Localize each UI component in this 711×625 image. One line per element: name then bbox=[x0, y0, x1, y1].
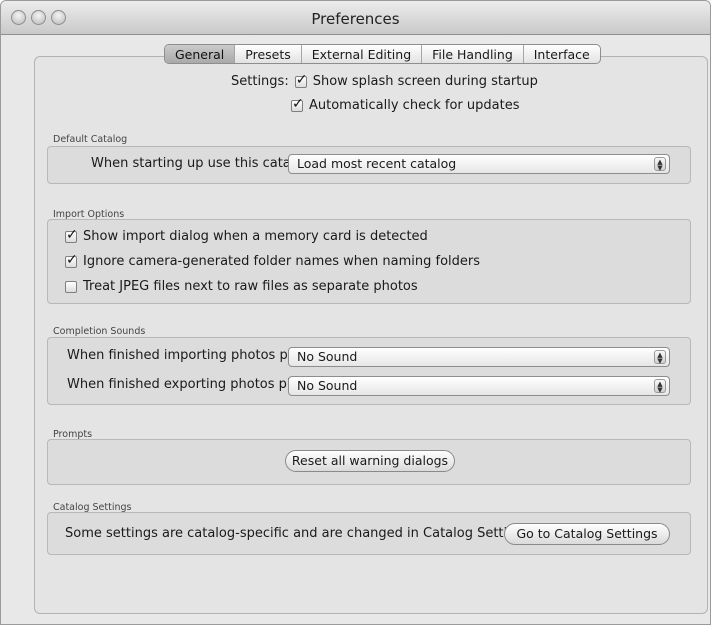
tab-external-editing[interactable]: External Editing bbox=[302, 45, 423, 63]
default-catalog-select[interactable]: Load most recent catalog ▲ ▼ bbox=[288, 154, 670, 174]
import-option-row: Treat JPEG files next to raw files as se… bbox=[65, 279, 418, 294]
ignore-folder-names-checkbox[interactable] bbox=[65, 252, 78, 268]
exporting-sound-select[interactable]: No Sound ▲ ▼ bbox=[288, 376, 670, 396]
importing-sound-select[interactable]: No Sound ▲ ▼ bbox=[288, 347, 670, 367]
select-arrows-icon: ▲ ▼ bbox=[654, 157, 666, 172]
reset-warning-dialogs-button[interactable]: Reset all warning dialogs bbox=[285, 450, 455, 472]
tab-bar: General Presets External Editing File Ha… bbox=[164, 44, 601, 64]
window-title: Preferences bbox=[311, 10, 400, 28]
settings-row-splash: Settings: Show splash screen during star… bbox=[231, 72, 538, 90]
tab-presets[interactable]: Presets bbox=[235, 45, 302, 63]
title-bar: Preferences bbox=[1, 1, 710, 35]
show-import-dialog-label[interactable]: Show import dialog when a memory card is… bbox=[83, 229, 428, 244]
select-arrows-icon: ▲ ▼ bbox=[654, 350, 666, 365]
exporting-sound-label: When finished exporting photos play: bbox=[67, 377, 310, 392]
settings-label: Settings: bbox=[231, 74, 289, 89]
show-splash-checkbox[interactable] bbox=[294, 72, 307, 88]
ignore-folder-names-label[interactable]: Ignore camera-generated folder names whe… bbox=[83, 254, 480, 269]
default-catalog-label: When starting up use this catalog: bbox=[91, 156, 315, 171]
treat-jpeg-separate-checkbox[interactable] bbox=[65, 280, 77, 293]
tab-interface[interactable]: Interface bbox=[524, 45, 600, 63]
exporting-sound-value: No Sound bbox=[297, 378, 358, 393]
window-content: General Presets External Editing File Ha… bbox=[1, 36, 710, 624]
tab-file-handling[interactable]: File Handling bbox=[422, 45, 524, 63]
default-catalog-value: Load most recent catalog bbox=[297, 156, 457, 171]
importing-sound-label: When finished importing photos play: bbox=[67, 348, 311, 363]
import-option-row: Ignore camera-generated folder names whe… bbox=[65, 252, 480, 269]
tab-general[interactable]: General bbox=[165, 45, 236, 63]
show-import-dialog-checkbox[interactable] bbox=[65, 227, 78, 243]
check-updates-label[interactable]: Automatically check for updates bbox=[309, 98, 519, 113]
treat-jpeg-separate-label[interactable]: Treat JPEG files next to raw files as se… bbox=[83, 279, 418, 294]
default-catalog-heading: Default Catalog bbox=[53, 134, 128, 145]
show-splash-label[interactable]: Show splash screen during startup bbox=[313, 74, 538, 89]
catalog-settings-text: Some settings are catalog-specific and a… bbox=[65, 526, 535, 541]
completion-sounds-heading: Completion Sounds bbox=[53, 326, 146, 337]
settings-row-updates: Automatically check for updates bbox=[291, 96, 519, 113]
importing-sound-value: No Sound bbox=[297, 349, 358, 364]
select-arrows-icon: ▲ ▼ bbox=[654, 379, 666, 394]
preferences-window: Preferences General Presets External Edi… bbox=[0, 0, 711, 625]
check-updates-checkbox[interactable] bbox=[291, 96, 304, 112]
go-to-catalog-settings-button[interactable]: Go to Catalog Settings bbox=[504, 523, 670, 545]
import-option-row: Show import dialog when a memory card is… bbox=[65, 227, 428, 244]
